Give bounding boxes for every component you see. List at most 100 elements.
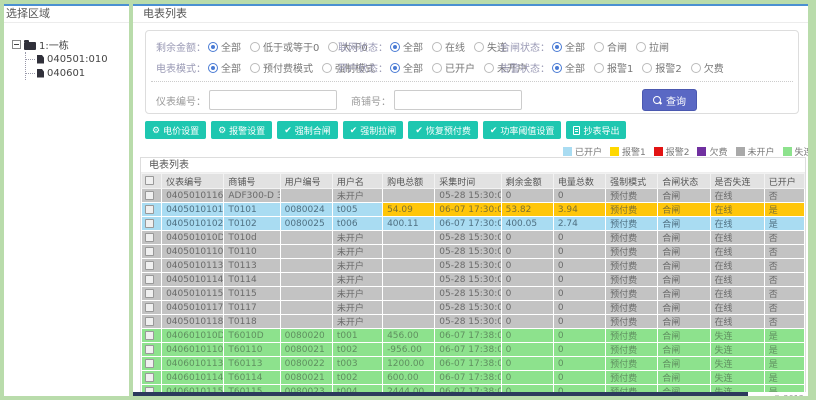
row-checkbox[interactable] [145,232,154,242]
table-cell: 失连 [709,328,765,343]
radio-icon[interactable] [552,62,562,73]
table-cell: 05-28 15:30:00 [434,314,502,329]
radio-icon[interactable] [594,62,604,73]
radio-icon[interactable] [432,62,442,73]
row-checkbox[interactable] [145,358,154,368]
radio-icon[interactable] [690,62,701,73]
radio-icon[interactable] [322,62,332,73]
table-row[interactable]: 0405010115T0115未开户05-28 15:30:0000预付费合闸在… [141,286,805,301]
row-checkbox[interactable] [145,330,154,340]
radio-option[interactable]: 预付费模式 [250,60,313,75]
radio-option[interactable]: 全部 [390,60,423,75]
table-cell: 2444.00 [382,384,436,392]
collapse-icon[interactable] [12,40,21,49]
radio-icon[interactable] [636,41,646,52]
row-checkbox[interactable] [145,372,154,382]
radio-option[interactable]: 全部 [208,39,241,54]
radio-icon[interactable] [328,41,339,52]
row-checkbox[interactable] [145,302,154,312]
table-row[interactable]: 0405010114T0114未开户05-28 15:30:0000预付费合闸在… [141,272,805,287]
radio-option[interactable]: 全部 [552,60,585,75]
radio-option[interactable]: 全部 [390,39,423,54]
table-cell: 3.94 [552,202,607,217]
row-select-cell [141,314,163,329]
table-row[interactable]: 0405010101 T0101 0080024 t005 54.09 06-07 17:… [141,202,805,217]
meter-no-input[interactable] [209,90,337,110]
radio-icon[interactable] [250,62,260,73]
radio-option-label: 在线 [445,43,465,54]
table-row[interactable]: 0405010102 T0102 0080025 t006 400.11 06-07 17… [141,216,805,231]
table-row[interactable]: 0405010116ADF300-D 3未开户05-28 15:30:0000预… [141,188,805,203]
table-row[interactable]: 0405010113T0113未开户05-28 15:30:0000预付费合闸在… [141,258,805,273]
action-button[interactable]: ✔ 强制合闸 [277,121,338,139]
tree-root-node[interactable]: 1:一栋 [12,37,129,52]
radio-option[interactable]: 报警1 [594,60,633,75]
table-cell: -956.00 [382,342,436,357]
row-checkbox[interactable] [145,204,154,214]
legend-swatch [697,147,707,156]
radio-icon[interactable] [484,62,494,73]
action-button-label: 强制合闸 [294,125,331,136]
page-title: 电表列表 [133,6,808,23]
row-checkbox[interactable] [145,344,154,354]
tree-node[interactable]: 040601 [26,66,129,80]
table-row[interactable]: 0406010115 T60115 0080023 t004 2444.00 06-07 … [141,384,805,392]
table-row[interactable]: 0405010110T0110未开户05-28 15:30:0000预付费合闸在… [141,244,805,259]
table-row[interactable]: 0406010113 T60113 0080022 t003 1200.00 06-07 … [141,356,805,371]
radio-option[interactable]: 在线 [432,39,465,54]
radio-option[interactable]: 全部 [552,39,585,54]
row-checkbox[interactable] [145,190,154,200]
table-row[interactable]: 040601010D T6010D 0080020 t001 456.00 06-07 1… [141,328,805,343]
table-row[interactable]: 0405010118T0118未开户05-28 15:30:0000预付费合闸在… [141,314,805,329]
table-cell: 05-28 15:30:00 [434,258,502,273]
action-button[interactable]: ✔ 恢复预付费 [408,121,478,139]
row-checkbox[interactable] [145,274,154,284]
row-select-cell [141,202,163,217]
shop-no-input[interactable] [394,90,522,110]
legend-swatch [653,147,663,156]
column-header: 采集时间 [434,173,502,189]
radio-option[interactable]: 欠费 [690,60,724,75]
action-button[interactable]: ✔ 功率阈值设置 [482,121,562,139]
export-button[interactable]: 抄表导出 [566,121,627,139]
row-checkbox[interactable] [145,218,154,228]
radio-option[interactable]: 全部 [208,60,241,75]
row-checkbox[interactable] [145,316,154,326]
radio-option[interactable]: 拉闸 [636,39,669,54]
select-all-checkbox[interactable] [145,176,154,185]
radio-icon[interactable] [594,41,604,52]
table-cell: t005 [331,202,384,217]
bottom-scrollbar[interactable] [133,392,748,396]
row-checkbox[interactable] [145,260,154,270]
radio-icon[interactable] [208,62,218,73]
radio-option[interactable]: 已开户 [432,60,475,75]
radio-option[interactable]: 报警2 [642,60,682,75]
radio-icon[interactable] [552,41,562,52]
table-cell: 05-28 15:30:00 [434,244,502,259]
table-cell: 合闸 [657,342,711,357]
radio-icon[interactable] [390,62,400,73]
table-row[interactable]: 040501010DT010d未开户05-28 15:30:0000预付费合闸在… [141,230,805,245]
radio-icon[interactable] [208,41,218,52]
row-checkbox[interactable] [145,288,154,298]
radio-icon[interactable] [642,62,653,73]
radio-icon[interactable] [250,41,260,52]
tree-node[interactable]: 040501:010 [26,52,129,66]
action-button[interactable]: ⚙ 报警设置 [211,121,273,139]
action-button[interactable]: ⚙ 电价设置 [145,121,207,139]
radio-option-label: 低于或等于0 [263,43,320,54]
radio-option[interactable]: 低于或等于0 [250,39,319,54]
table-cell: 06-07 17:38:00 [434,384,502,392]
action-button[interactable]: ✔ 强制拉闸 [342,121,404,139]
radio-icon[interactable] [432,41,442,52]
query-button[interactable]: 查询 [642,89,697,111]
table-row[interactable]: 0406010114 T60114 0080021 t002 600.00 06-07 1… [141,370,805,385]
table-row[interactable]: 0405010117T0117未开户05-28 15:30:0000预付费合闸在… [141,300,805,315]
radio-icon[interactable] [474,41,484,52]
table-cell: 06-07 17:38:00 [434,342,502,357]
radio-icon[interactable] [390,41,400,52]
action-button-label: 抄表导出 [583,125,620,136]
row-checkbox[interactable] [145,246,154,256]
radio-option[interactable]: 合闸 [594,39,627,54]
table-row[interactable]: 0406010110 T60110 0080021 t002 -956.00 06-07 … [141,342,805,357]
